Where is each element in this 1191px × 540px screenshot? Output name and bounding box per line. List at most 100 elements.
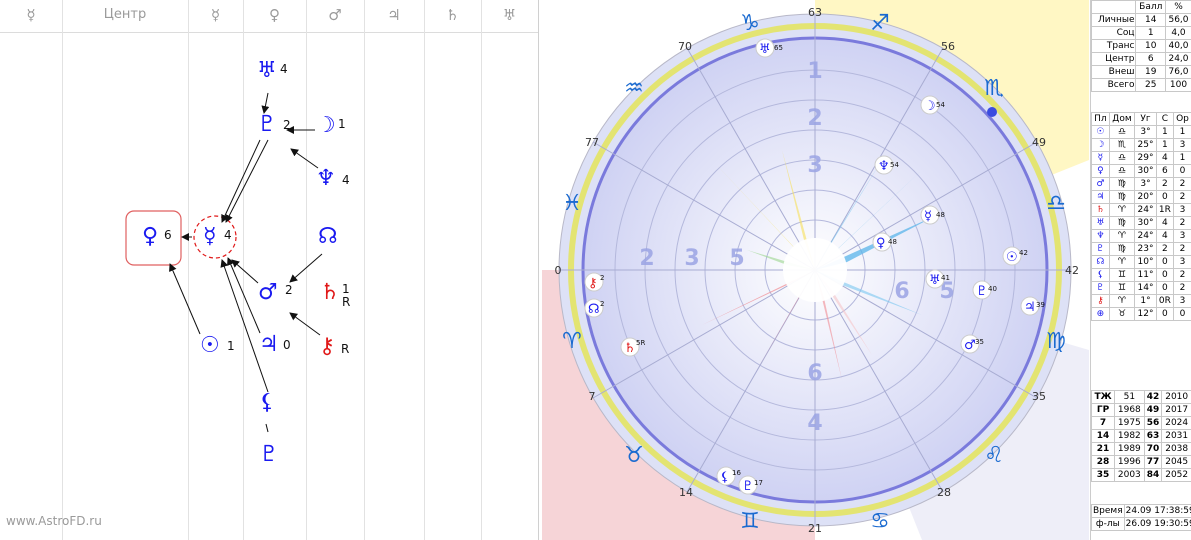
graph-pluto[interactable]: ♇ [257,114,277,136]
wheel-planet-mars[interactable]: ♂ [964,338,976,353]
graph-moon[interactable]: ☽ [316,115,336,137]
svg-text:65: 65 [774,44,783,52]
wheel-planet-pluto[interactable]: ♇ [976,284,988,299]
svg-text:42: 42 [1019,249,1028,257]
svg-text:16: 16 [732,469,741,477]
planet-row[interactable]: ☊ ♈ 10° 0 3 [1091,255,1191,269]
planet-row[interactable]: ⚸ ♊ 11° 0 2 [1091,268,1191,282]
graph-mars[interactable]: ♂ [258,282,278,304]
natal-wheel[interactable]: 63 56 49 42 35 28 21 14 7 0 77 70 ♐ ♏ ♎ … [542,0,1089,540]
planet-row[interactable]: ☿ ♎ 29° 4 1 [1091,151,1191,165]
svg-text:17: 17 [754,479,763,487]
svg-text:6: 6 [807,361,822,386]
wheel-planet-venus[interactable]: ♀ [876,236,886,251]
planet-row[interactable]: ☽ ♏ 25° 1 3 [1091,138,1191,152]
years-row: ТЖ 51 42 2010 [1090,390,1191,404]
planet-row[interactable]: ♃ ♍ 20° 0 2 [1091,190,1191,204]
sign-pisces[interactable]: ♓ [562,191,582,216]
graph-lilith[interactable]: ⚸ [259,392,275,414]
planets-header: Пл [1091,112,1110,126]
svg-text:39: 39 [1036,301,1045,309]
planets-header: С [1155,112,1174,126]
svg-text:3: 3 [807,153,822,178]
planets-table: Пл Дом Уг С Ор ☉ ♎ 3° 1 1 ☽ ♏ 25° 1 3 ☿ ♎ 29° 4 1 ♀ ♎ 30° 6… [1091,112,1191,321]
years-row: 7 1975 56 2024 [1090,416,1191,430]
wheel-planet-saturn[interactable]: ♄ [624,341,636,356]
planet-row[interactable]: ♄ ♈ 24° 1R 3 [1091,203,1191,217]
graph-neptune[interactable]: ♆ [316,168,336,190]
graph-sun[interactable]: ☉ [200,335,220,357]
sign-virgo[interactable]: ♍ [1046,329,1066,354]
graph-jupiter-num: 0 [283,338,291,352]
time-value: 24.09 17:38:59 [1123,504,1191,518]
planet-row[interactable]: ☉ ♎ 3° 1 1 [1091,125,1191,139]
graph-saturn-retro: R [342,295,351,309]
planets-header: Дом [1108,112,1136,126]
summary-header: Балл [1135,0,1167,14]
sign-aries[interactable]: ♈ [562,329,582,354]
svg-text:5R: 5R [636,339,645,347]
svg-text:54: 54 [890,161,899,169]
graph-saturn-num: 1 [342,282,350,296]
sign-aquarius[interactable]: ♒ [624,76,644,101]
graph-venus[interactable]: ♀ [142,226,158,248]
wheel-planet-node[interactable]: ☊ [588,302,600,317]
wheel-planet-lilith[interactable]: ⚸ [720,470,730,485]
graph-jupiter[interactable]: ♃ [259,334,279,356]
svg-text:1: 1 [807,59,822,84]
graph-moon-num: 1 [338,117,346,131]
sign-leo[interactable]: ♌ [984,443,1004,468]
deg-49: 49 [1032,136,1046,149]
svg-text:6: 6 [894,279,909,304]
graph-proserpina[interactable]: ♇ [259,444,279,466]
stats-sidebar: Балл% Личные 14 56,0 Соц 1 4,0 Транс 10 40,0 Ц… [1090,0,1191,540]
planet-row[interactable]: ♅ ♍ 30° 4 2 [1091,216,1191,230]
summary-row: Соц 1 4,0 [1090,26,1191,40]
graph-chiron-num: R [341,342,350,356]
time-footer: Время 24.09 17:38:59 ф-лы 26.09 19:30:59 [1091,504,1191,531]
deg-70: 70 [678,40,692,53]
sign-taurus[interactable]: ♉ [624,443,644,468]
deg-35: 35 [1032,390,1046,403]
svg-text:40: 40 [988,285,997,293]
planet-row[interactable]: ♀ ♎ 30° 6 0 [1091,164,1191,178]
phi-label: ф-лы [1091,517,1125,531]
sign-gemini[interactable]: ♊ [740,509,760,534]
graph-saturn[interactable]: ♄ [320,282,340,304]
wheel-planet-sun[interactable]: ☉ [1006,250,1018,265]
wheel-planet-uranus[interactable]: ♅ [759,42,771,57]
summary-header: % [1165,0,1191,14]
sign-cancer[interactable]: ♋ [870,509,890,534]
planet-row[interactable]: ♇ ♊ 14° 0 2 [1091,281,1191,295]
sign-sagittarius[interactable]: ♐ [870,11,890,36]
planets-header: Ор [1172,112,1191,126]
wheel-planet-proserpina[interactable]: ♇ [742,479,754,494]
graph-node[interactable]: ☊ [318,226,338,248]
time-label: Время [1091,504,1125,518]
wheel-planet-mercury[interactable]: ☿ [924,209,932,224]
sign-libra[interactable]: ♎ [1046,191,1066,216]
svg-text:2: 2 [807,106,822,131]
wheel-planet-uranus-2[interactable]: ♅ [929,273,941,288]
planet-row[interactable]: ⊕ ♉ 12° 0 0 [1091,307,1191,321]
svg-text:3: 3 [684,246,699,271]
graph-uranus[interactable]: ♅ [257,60,277,82]
graph-chiron[interactable]: ⚷ [319,336,335,358]
deg-7: 7 [589,390,596,403]
wheel-planet-moon[interactable]: ☽ [924,99,936,114]
planet-row[interactable]: ♇ ♍ 23° 2 2 [1091,242,1191,256]
svg-text:2: 2 [600,300,604,308]
sign-capricorn[interactable]: ♑ [740,11,760,36]
deg-42: 42 [1065,264,1079,277]
planet-row[interactable]: ♂ ♍ 3° 2 2 [1091,177,1191,191]
wheel-planet-neptune[interactable]: ♆ [878,159,890,174]
svg-text:2: 2 [600,274,604,282]
wheel-planet-jupiter[interactable]: ♃ [1024,300,1036,315]
graph-mercury[interactable]: ☿ [203,226,217,248]
planet-row[interactable]: ⚷ ♈ 1° 0R 3 [1091,294,1191,308]
svg-text:41: 41 [941,274,950,282]
planet-row[interactable]: ♆ ♈ 24° 4 3 [1091,229,1191,243]
wheel-planet-chiron[interactable]: ⚷ [588,276,598,291]
svg-text:48: 48 [936,211,945,219]
sign-scorpio[interactable]: ♏ [984,76,1004,101]
